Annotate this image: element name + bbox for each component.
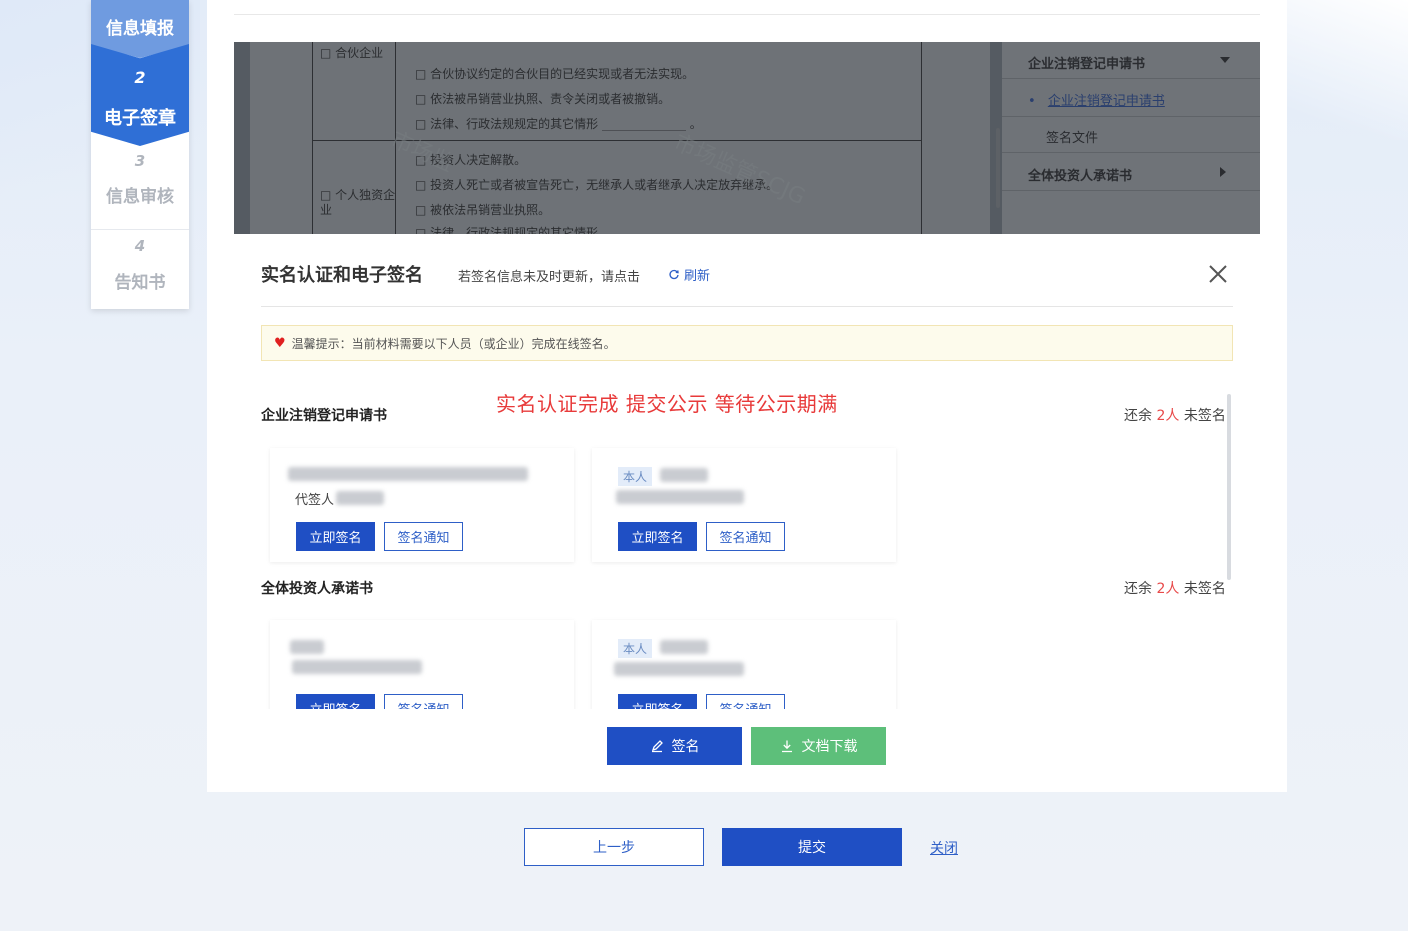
document-line: □ 被依法吊销营业执照。 (415, 203, 551, 217)
remain-suffix: 未签名 (1183, 408, 1226, 424)
document-line: □ 合伙协议约定的合伙目的已经实现或者无法实现。 (415, 67, 695, 81)
sign-button-label: 签名 (671, 739, 700, 755)
self-tag: 本人 (618, 467, 653, 486)
refresh-hint: 若签名信息未及时更新，请点击 (458, 270, 641, 285)
caret-right-icon (1220, 167, 1226, 177)
redacted-id (616, 490, 744, 504)
main-card: □ 合伙企业 □ 合伙协议约定的合伙目的已经实现或者无法实现。 □ 依法被吊销营… (207, 0, 1287, 792)
nav-item-signature-file[interactable]: 签名文件 (1002, 127, 1260, 146)
redacted-id (292, 660, 422, 674)
step-label: 电子签章 (104, 108, 176, 129)
document-line: □ 合伙企业 (320, 46, 384, 60)
nav-item-label: 企业注销登记申请书 (1047, 94, 1165, 109)
refresh-icon (669, 269, 679, 279)
document-line: □ 法律、行政法规规定的其它情形 ______________ 。 (415, 117, 702, 131)
document-line: □ 法律、行政法规规定的其它情形 (415, 226, 599, 234)
nav-item-application[interactable]: • 企业注销登记申请书 (1002, 90, 1260, 109)
section-title: 企业注销登记申请书 (261, 408, 387, 424)
signer-card: 立即签名 签名通知 (270, 620, 574, 709)
document-preview: □ 合伙企业 □ 合伙协议约定的合伙目的已经实现或者无法实现。 □ 依法被吊销营… (234, 42, 1260, 234)
self-tag: 本人 (618, 639, 653, 658)
redacted-id (614, 662, 744, 676)
refresh-label: 刷新 (684, 269, 711, 284)
step-e-signature[interactable]: 2 电子签章 (91, 44, 189, 146)
document-nav: 企业注销登记申请书 • 企业注销登记申请书 签名文件 全体投资人承诺书 (1002, 42, 1260, 234)
remain-suffix: 未签名 (1183, 581, 1226, 597)
sign-notify-button[interactable]: 签名通知 (706, 522, 785, 551)
divider (1002, 116, 1260, 117)
caret-down-icon (1220, 57, 1230, 63)
sign-now-button[interactable]: 立即签名 (618, 522, 697, 551)
tip-banner: ♥ 温馨提示：当前材料需要以下人员（或企业）完成在线签名。 (261, 325, 1233, 361)
redacted-name (336, 491, 384, 505)
submit-button[interactable]: 提交 (722, 828, 902, 866)
close-icon[interactable] (1206, 262, 1230, 286)
sign-now-button[interactable]: 立即签名 (296, 522, 375, 551)
nav-group-application[interactable]: 企业注销登记申请书 (1002, 53, 1260, 72)
divider (1002, 152, 1260, 153)
document-left-label: □ 个人独资企业 (320, 188, 396, 217)
modal-scrollbar[interactable] (1227, 394, 1231, 580)
refresh-link[interactable]: 刷新 (668, 265, 710, 284)
remaining-count: 还余 2人 未签名 (1124, 578, 1226, 598)
download-button[interactable]: 文档下载 (751, 727, 886, 765)
signature-modal: 实名认证和电子签名 若签名信息未及时更新，请点击 刷新 ♥ 温馨提示：当前材料需… (234, 234, 1260, 709)
redacted-name (288, 467, 528, 481)
steps-sidebar: 信息填报 2 电子签章 3 信息审核 4 告知书 (91, 0, 189, 309)
sign-button[interactable]: 签名 (607, 727, 742, 765)
signer-card: 本人 立即签名 签名通知 (592, 620, 896, 709)
sign-now-button[interactable]: 立即签名 (296, 694, 375, 709)
divider (1002, 190, 1260, 191)
document-page: □ 合伙企业 □ 合伙协议约定的合伙目的已经实现或者无法实现。 □ 依法被吊销营… (250, 42, 990, 234)
nav-group-label: 全体投资人承诺书 (1028, 169, 1133, 184)
sign-notify-button[interactable]: 签名通知 (706, 694, 785, 709)
divider (234, 14, 1260, 15)
redacted-name (660, 468, 708, 482)
remain-prefix: 还余 (1124, 581, 1152, 597)
nav-item-label: 签名文件 (1046, 131, 1099, 146)
step-notice[interactable]: 4 告知书 (91, 230, 189, 309)
step-label: 信息审核 (106, 187, 174, 207)
step-label: 告知书 (114, 273, 166, 293)
nav-group-commitment[interactable]: 全体投资人承诺书 (1002, 165, 1260, 184)
step-number: 3 (134, 152, 146, 170)
download-button-label: 文档下载 (801, 739, 858, 755)
step-number: 4 (134, 237, 146, 255)
agent-label: 代签人 (295, 493, 335, 508)
document-line: □ 依法被吊销营业执照、责令关闭或者被撤销。 (415, 92, 671, 106)
bullet-icon: • (1028, 94, 1036, 109)
redacted-name (660, 640, 708, 654)
step-label: 信息填报 (106, 19, 174, 39)
step-number: 2 (134, 68, 146, 87)
remain-number: 2人 (1156, 408, 1180, 424)
download-icon (781, 740, 792, 753)
heart-icon: ♥ (274, 335, 286, 351)
prev-step-button[interactable]: 上一步 (524, 828, 704, 866)
sign-notify-button[interactable]: 签名通知 (384, 694, 463, 709)
annotation-note: 实名认证完成 提交公示 等待公示期满 (496, 392, 838, 416)
remain-number: 2人 (1156, 581, 1180, 597)
section-title: 全体投资人承诺书 (261, 581, 373, 597)
pen-icon (651, 740, 663, 753)
step-info-review[interactable]: 3 信息审核 (91, 132, 189, 230)
modal-title: 实名认证和电子签名 (261, 265, 423, 286)
signer-card: 本人 立即签名 签名通知 (592, 448, 896, 562)
sign-now-button[interactable]: 立即签名 (618, 694, 697, 709)
tip-text: 温馨提示：当前材料需要以下人员（或企业）完成在线签名。 (291, 336, 616, 351)
close-link[interactable]: 关闭 (930, 838, 958, 858)
remaining-count: 还余 2人 未签名 (1124, 405, 1226, 425)
document-line: □ 投资人死亡或者被宣告死亡，无继承人或者继承人决定放弃继承。 (415, 178, 779, 192)
remain-prefix: 还余 (1124, 408, 1152, 424)
nav-group-label: 企业注销登记申请书 (1028, 57, 1146, 72)
signer-card: 代签人 立即签名 签名通知 (270, 448, 574, 562)
divider (261, 306, 1233, 307)
divider (1002, 78, 1260, 79)
preview-scrollbar[interactable] (996, 128, 1000, 208)
redacted-name (290, 640, 324, 654)
sign-notify-button[interactable]: 签名通知 (384, 522, 463, 551)
